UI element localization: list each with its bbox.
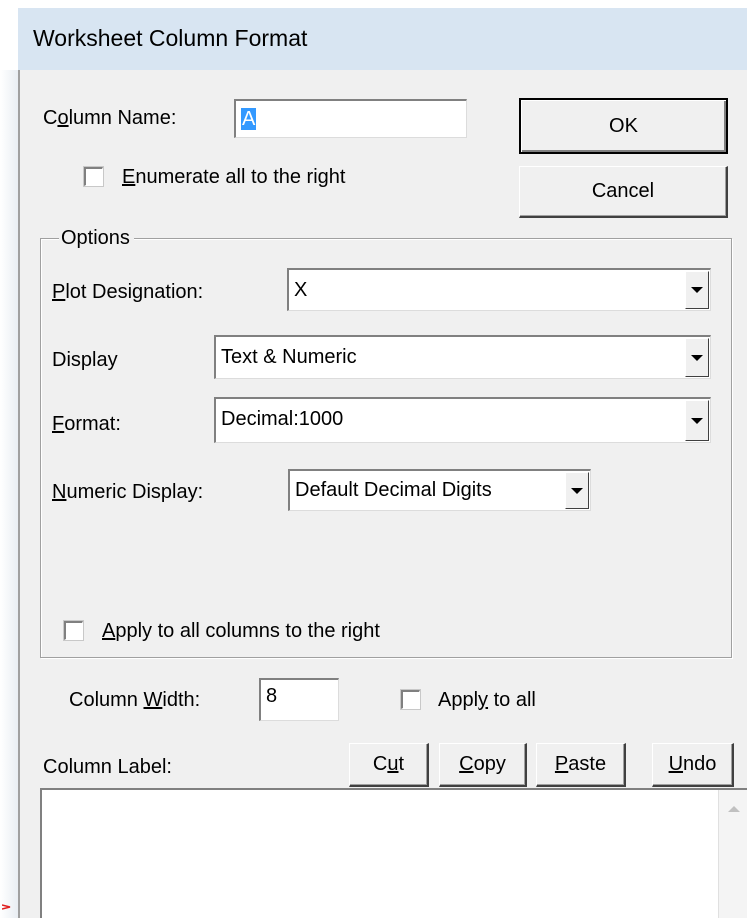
copy-button[interactable]: Copy <box>439 743 527 787</box>
scroll-up-arrow-icon[interactable] <box>728 806 740 812</box>
paste-button[interactable]: Paste <box>536 743 626 787</box>
chevron-down-icon <box>571 487 583 494</box>
cursor-mark-icon <box>2 904 11 910</box>
plot-designation-dropdown-button[interactable] <box>685 271 709 309</box>
undo-button[interactable]: Undo <box>652 743 734 787</box>
column-name-input[interactable]: A <box>234 99 467 138</box>
dialog-body: Column Name: A Enumerate all to the righ… <box>18 70 747 918</box>
cut-button[interactable]: Cut <box>349 743 429 787</box>
apply-to-all-checkbox[interactable] <box>401 690 420 709</box>
column-name-label: Column Name: <box>43 107 177 129</box>
display-dropdown-button[interactable] <box>685 338 709 377</box>
apply-to-all-label: Apply to all <box>438 689 536 711</box>
numeric-display-select[interactable]: Default Decimal Digits <box>288 469 591 511</box>
chevron-down-icon <box>691 287 703 293</box>
column-width-value: 8 <box>266 685 278 707</box>
options-legend: Options <box>59 226 134 250</box>
chevron-down-icon <box>691 354 703 361</box>
column-label-label: Column Label: <box>43 756 172 778</box>
apply-all-right-label: Apply to all columns to the right <box>102 620 380 642</box>
column-width-label: Column Width: <box>69 689 201 711</box>
cancel-button[interactable]: Cancel <box>519 166 728 218</box>
plot-designation-label: Plot Designation: <box>52 281 204 303</box>
display-select[interactable]: Text & Numeric <box>214 335 711 379</box>
enumerate-checkbox[interactable] <box>84 167 103 186</box>
column-label-textarea[interactable] <box>40 788 747 918</box>
chevron-down-icon <box>691 417 703 424</box>
plot-designation-select[interactable]: X <box>287 268 711 311</box>
format-dropdown-button[interactable] <box>685 400 709 441</box>
window-edge-shadow <box>0 70 18 918</box>
numeric-display-label: Numeric Display: <box>52 481 204 503</box>
apply-all-right-checkbox[interactable] <box>64 621 83 640</box>
format-select[interactable]: Decimal:1000 <box>214 397 711 443</box>
column-label-scrollbar[interactable] <box>718 790 747 918</box>
enumerate-label: Enumerate all to the right <box>122 166 346 188</box>
ok-button[interactable]: OK <box>519 98 728 154</box>
format-label: Format: <box>52 413 121 435</box>
display-label: Display <box>52 349 118 371</box>
format-value: Decimal:1000 <box>221 408 344 430</box>
plot-designation-value: X <box>294 279 308 301</box>
display-value: Text & Numeric <box>221 346 357 368</box>
numeric-display-value: Default Decimal Digits <box>295 479 492 501</box>
screen: Worksheet Column Format Column Name: A E… <box>0 0 747 918</box>
window-title: Worksheet Column Format <box>33 25 308 51</box>
column-name-value: A <box>241 108 257 130</box>
column-width-input[interactable]: 8 <box>259 678 339 721</box>
numeric-display-dropdown-button[interactable] <box>565 472 589 509</box>
